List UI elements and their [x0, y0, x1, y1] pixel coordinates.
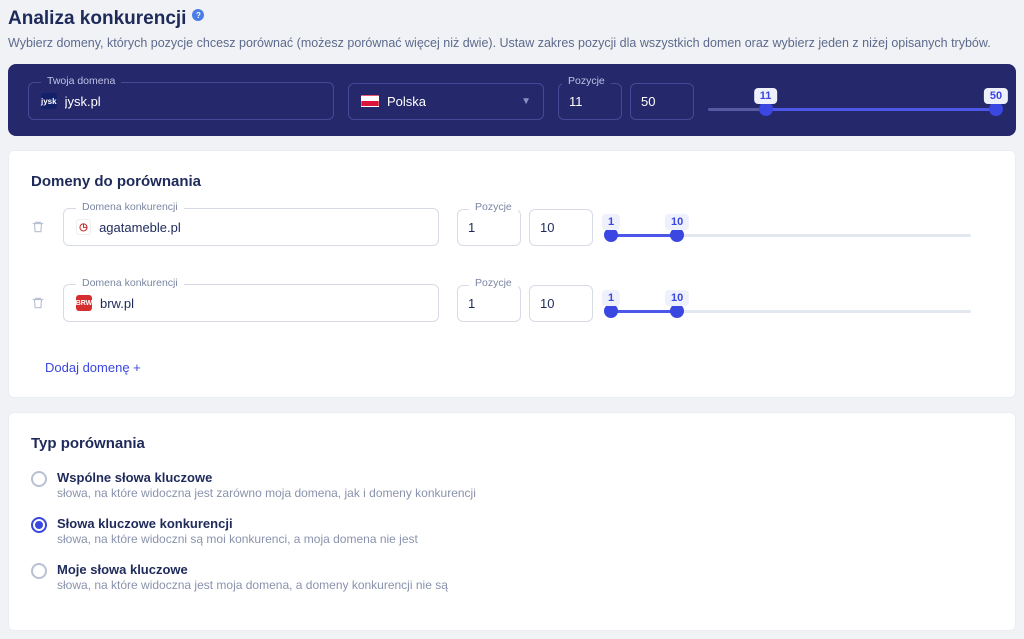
competitor-pos-min-input[interactable] [468, 296, 510, 311]
delete-icon[interactable] [31, 296, 45, 310]
positions-slider[interactable]: 11 50 [708, 92, 996, 111]
competitor-positions-slider[interactable]: 1 10 [611, 294, 971, 313]
competitor-domain-label: Domena konkurencji [76, 277, 184, 289]
slider-thumb-min[interactable] [604, 228, 618, 242]
comparison-option-title: Słowa kluczowe konkurencji [57, 516, 418, 531]
slider-thumb-max[interactable] [670, 304, 684, 318]
slider-label-max: 10 [665, 290, 689, 306]
competitor-pos-max-input[interactable] [540, 220, 582, 235]
comparison-option-title: Moje słowa kluczowe [57, 562, 448, 577]
your-domain-label: Twoja domena [41, 75, 121, 87]
favicon-agata-icon: ◷ [76, 219, 91, 235]
pos-min-input[interactable] [569, 94, 611, 109]
page-subtitle: Wybierz domeny, których pozycje chcesz p… [8, 36, 1016, 50]
comparison-card: Typ porównania Wspólne słowa kluczowe sł… [8, 412, 1016, 631]
comparison-option-title: Wspólne słowa kluczowe [57, 470, 476, 485]
comparison-option[interactable]: Słowa kluczowe konkurencji słowa, na któ… [31, 516, 993, 546]
pos-max-input[interactable] [641, 94, 683, 109]
slider-label-min: 11 [754, 88, 778, 104]
country-select[interactable]: Polska ▼ [348, 83, 544, 120]
competitor-positions-label: Pozycje [469, 201, 518, 213]
favicon-brw-icon: BRW [76, 295, 92, 311]
competitor-pos-min-input[interactable] [468, 220, 510, 235]
positions-label: Pozycje [562, 75, 611, 87]
competitors-card: Domeny do porównania Domena konkurencji … [8, 150, 1016, 398]
radio-button[interactable] [31, 517, 47, 533]
radio-button[interactable] [31, 471, 47, 487]
competitor-domain-field[interactable]: Domena konkurencji ◷ [63, 208, 439, 246]
comparison-title: Typ porównania [31, 435, 993, 452]
competitors-title: Domeny do porównania [31, 173, 993, 190]
competitor-positions-label: Pozycje [469, 277, 518, 289]
slider-thumb-max[interactable] [989, 102, 1003, 116]
slider-label-max: 50 [984, 88, 1008, 104]
comparison-option-desc: słowa, na które widoczna jest moja domen… [57, 578, 448, 592]
comparison-option-desc: słowa, na które widoczna jest zarówno mo… [57, 486, 476, 500]
comparison-option-desc: słowa, na które widoczni są moi konkuren… [57, 532, 418, 546]
slider-label-min: 1 [602, 214, 620, 230]
slider-label-min: 1 [602, 290, 620, 306]
competitor-domain-input[interactable] [99, 220, 426, 235]
competitor-row: Domena konkurencji BRW Pozycje 1 10 [31, 284, 993, 322]
slider-thumb-min[interactable] [604, 304, 618, 318]
page-title: Analiza konkurencji ? [8, 8, 1016, 30]
your-domain-field[interactable]: Twoja domena jysk [28, 82, 334, 120]
competitor-row: Domena konkurencji ◷ Pozycje 1 10 [31, 208, 993, 246]
country-value: Polska [387, 94, 426, 109]
chevron-down-icon: ▼ [521, 96, 531, 107]
add-domain-button[interactable]: Dodaj domenę + [45, 360, 141, 375]
competitor-domain-input[interactable] [100, 296, 426, 311]
flag-poland-icon [361, 95, 379, 107]
competitor-domain-field[interactable]: Domena konkurencji BRW [63, 284, 439, 322]
your-domain-input[interactable] [65, 94, 321, 109]
info-icon[interactable]: ? [192, 9, 204, 21]
slider-label-max: 10 [665, 214, 689, 230]
competitor-pos-max-input[interactable] [540, 296, 582, 311]
radio-button[interactable] [31, 563, 47, 579]
delete-icon[interactable] [31, 220, 45, 234]
comparison-option[interactable]: Moje słowa kluczowe słowa, na które wido… [31, 562, 993, 592]
slider-thumb-min[interactable] [759, 102, 773, 116]
positions-field: Pozycje [558, 83, 694, 120]
competitor-positions-slider[interactable]: 1 10 [611, 218, 971, 237]
favicon-jysk-icon: jysk [41, 93, 57, 109]
competitor-domain-label: Domena konkurencji [76, 201, 184, 213]
page-title-text: Analiza konkurencji [8, 8, 186, 30]
slider-thumb-max[interactable] [670, 228, 684, 242]
comparison-option[interactable]: Wspólne słowa kluczowe słowa, na które w… [31, 470, 993, 500]
primary-domain-bar: Twoja domena jysk Polska ▼ Pozycje 11 50 [8, 64, 1016, 136]
